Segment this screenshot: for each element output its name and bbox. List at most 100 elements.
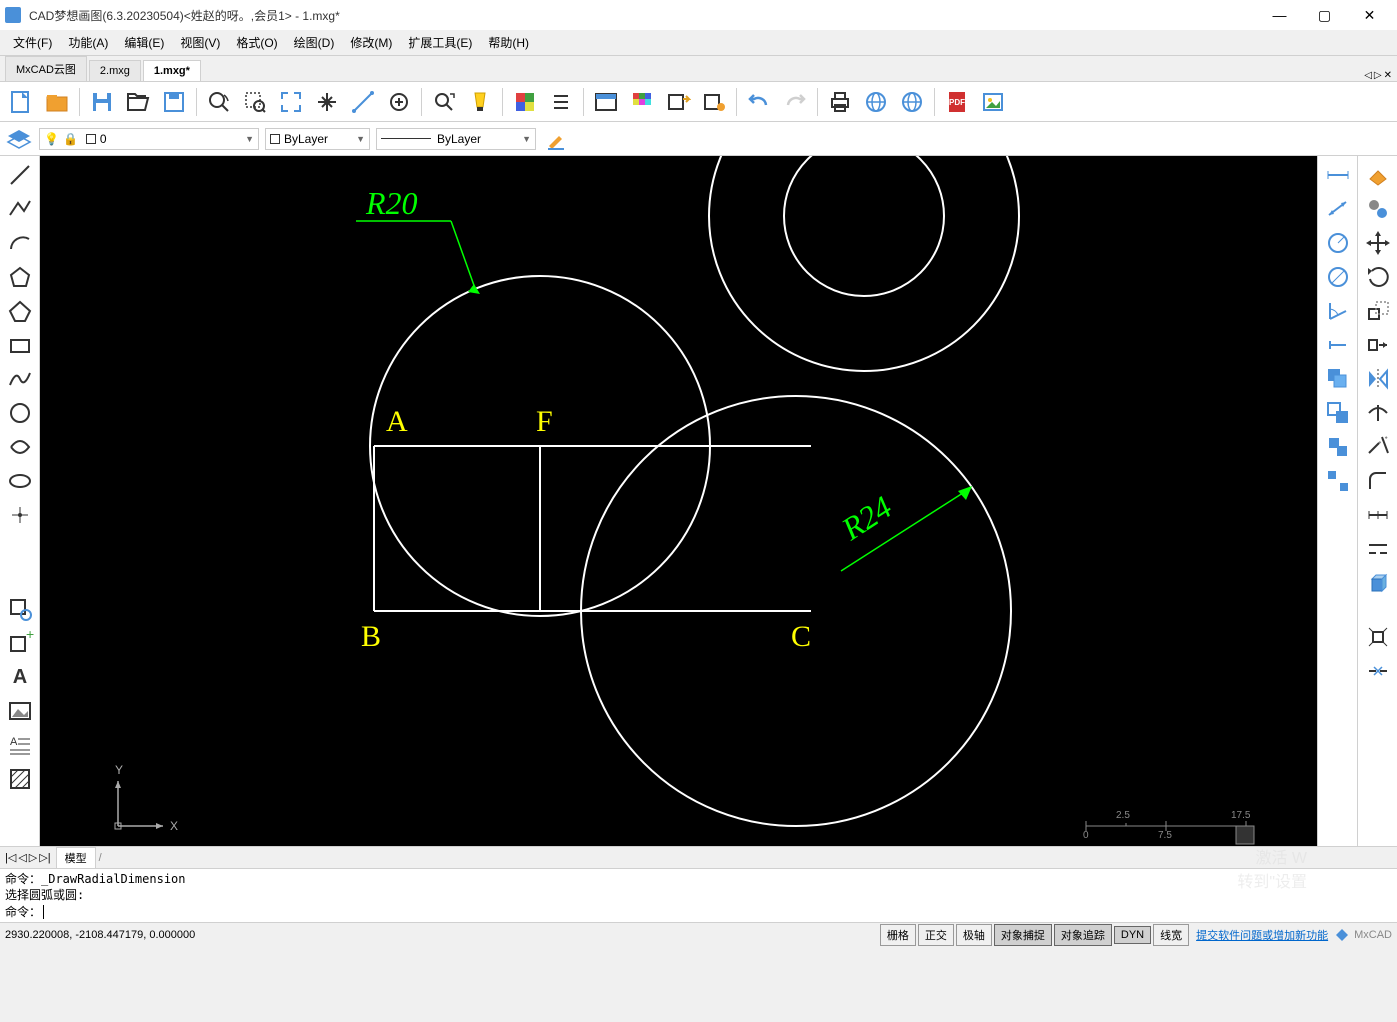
image-icon[interactable]: [977, 86, 1009, 118]
mirror-tool[interactable]: [1361, 362, 1395, 396]
array-tool[interactable]: [1321, 464, 1355, 498]
brush-icon[interactable]: [542, 125, 570, 153]
layout-first-icon[interactable]: |◁: [5, 851, 16, 864]
hatch-tool[interactable]: [3, 762, 37, 796]
polyline-tool[interactable]: [3, 192, 37, 226]
eraser-tool[interactable]: [1361, 158, 1395, 192]
image-insert-tool[interactable]: [3, 694, 37, 728]
text-tool[interactable]: A: [3, 660, 37, 694]
diameter-dim-tool[interactable]: [1321, 260, 1355, 294]
zoom-extents-icon[interactable]: [275, 86, 307, 118]
minimize-button[interactable]: —: [1257, 0, 1302, 30]
globe-icon[interactable]: [896, 86, 928, 118]
fillet-tool[interactable]: [1361, 464, 1395, 498]
curve-tool[interactable]: [3, 430, 37, 464]
layout-prev-icon[interactable]: ◁: [18, 851, 26, 864]
save-as-icon[interactable]: [158, 86, 190, 118]
web-icon[interactable]: [860, 86, 892, 118]
rectangle-tool[interactable]: [3, 328, 37, 362]
copy2-tool[interactable]: [1361, 192, 1395, 226]
layers-icon[interactable]: [5, 125, 33, 153]
settings-icon[interactable]: [698, 86, 730, 118]
linear-dim-tool[interactable]: [1321, 158, 1355, 192]
move2-tool[interactable]: [1361, 226, 1395, 260]
tab-2mxg[interactable]: 2.mxg: [89, 60, 141, 81]
menu-edit[interactable]: 编辑(E): [116, 30, 172, 55]
line-tool[interactable]: [3, 158, 37, 192]
point-tool[interactable]: [3, 498, 37, 532]
redo-icon[interactable]: [779, 86, 811, 118]
close-button[interactable]: ✕: [1347, 0, 1392, 30]
extend-tool[interactable]: [1361, 430, 1395, 464]
menu-modify[interactable]: 修改(M): [342, 30, 400, 55]
grid-colors-icon[interactable]: [509, 86, 541, 118]
tab-mxcad-cloud[interactable]: MxCAD云图: [5, 56, 87, 81]
spline-tool[interactable]: [3, 362, 37, 396]
zoom-realtime-icon[interactable]: [383, 86, 415, 118]
layout-next-icon[interactable]: ▷: [29, 851, 37, 864]
copy-tool[interactable]: [1321, 362, 1355, 396]
status-grid[interactable]: 栅格: [880, 924, 916, 946]
menu-ext-tools[interactable]: 扩展工具(E): [400, 30, 480, 55]
scale-tool[interactable]: [1361, 294, 1395, 328]
print-icon[interactable]: [824, 86, 856, 118]
status-otrack[interactable]: 对象追踪: [1054, 924, 1112, 946]
chamfer-tool[interactable]: [1361, 498, 1395, 532]
break-tool[interactable]: [1361, 532, 1395, 566]
status-polar[interactable]: 极轴: [956, 924, 992, 946]
command-input[interactable]: [43, 905, 44, 919]
color-dropdown[interactable]: ByLayer ▼: [265, 128, 370, 150]
menu-function[interactable]: 功能(A): [60, 30, 116, 55]
linetype-dropdown[interactable]: ByLayer ▼: [376, 128, 536, 150]
circle-tool[interactable]: [3, 396, 37, 430]
rotate-tool[interactable]: [1361, 260, 1395, 294]
folder-open-icon[interactable]: [122, 86, 154, 118]
maximize-button[interactable]: ▢: [1302, 0, 1347, 30]
offset-tool[interactable]: [1321, 430, 1355, 464]
block-create-tool[interactable]: +: [3, 626, 37, 660]
aligned-dim-tool[interactable]: [1321, 192, 1355, 226]
radius-dim-tool[interactable]: [1321, 226, 1355, 260]
status-ortho[interactable]: 正交: [918, 924, 954, 946]
undo-icon[interactable]: [743, 86, 775, 118]
trim-tool[interactable]: [1361, 396, 1395, 430]
menu-draw[interactable]: 绘图(D): [286, 30, 343, 55]
angular-dim-tool[interactable]: [1321, 294, 1355, 328]
zoom-window-icon[interactable]: [239, 86, 271, 118]
ordinate-dim-tool[interactable]: [1321, 328, 1355, 362]
pdf-icon[interactable]: PDF: [941, 86, 973, 118]
list-icon[interactable]: [545, 86, 577, 118]
find-icon[interactable]: [428, 86, 460, 118]
zoom-rotate-icon[interactable]: [203, 86, 235, 118]
status-osnap[interactable]: 对象捕捉: [994, 924, 1052, 946]
drawing-canvas[interactable]: R20 R24 A F B C X Y: [40, 156, 1317, 846]
pan-icon[interactable]: [311, 86, 343, 118]
palette-icon[interactable]: [626, 86, 658, 118]
status-lwt[interactable]: 线宽: [1153, 924, 1189, 946]
explode-tool[interactable]: [1361, 620, 1395, 654]
join-tool[interactable]: [1361, 654, 1395, 688]
block-insert-tool[interactable]: [3, 592, 37, 626]
export-icon[interactable]: [662, 86, 694, 118]
arc-tool[interactable]: [3, 226, 37, 260]
layer-dropdown[interactable]: 💡 🔒 0 ▼: [39, 128, 259, 150]
menu-file[interactable]: 文件(F): [5, 30, 60, 55]
menu-view[interactable]: 视图(V): [172, 30, 228, 55]
3d-cube-tool[interactable]: [1361, 566, 1395, 600]
move-tool[interactable]: [1321, 396, 1355, 430]
model-tab[interactable]: 模型: [56, 847, 96, 869]
layer-window-icon[interactable]: [590, 86, 622, 118]
save-icon[interactable]: [86, 86, 118, 118]
highlight-icon[interactable]: [464, 86, 496, 118]
status-dyn[interactable]: DYN: [1114, 926, 1151, 944]
mtext-tool[interactable]: A: [3, 728, 37, 762]
polygon-tool[interactable]: [3, 260, 37, 294]
pentagon-tool[interactable]: [3, 294, 37, 328]
new-file-icon[interactable]: [5, 86, 37, 118]
layout-last-icon[interactable]: ▷|: [39, 851, 50, 864]
tab-next-icon[interactable]: ▷: [1374, 70, 1382, 81]
measure-icon[interactable]: [347, 86, 379, 118]
menu-help[interactable]: 帮助(H): [480, 30, 537, 55]
tab-prev-icon[interactable]: ◁: [1364, 70, 1372, 81]
tab-close-icon[interactable]: ✕: [1384, 70, 1392, 81]
